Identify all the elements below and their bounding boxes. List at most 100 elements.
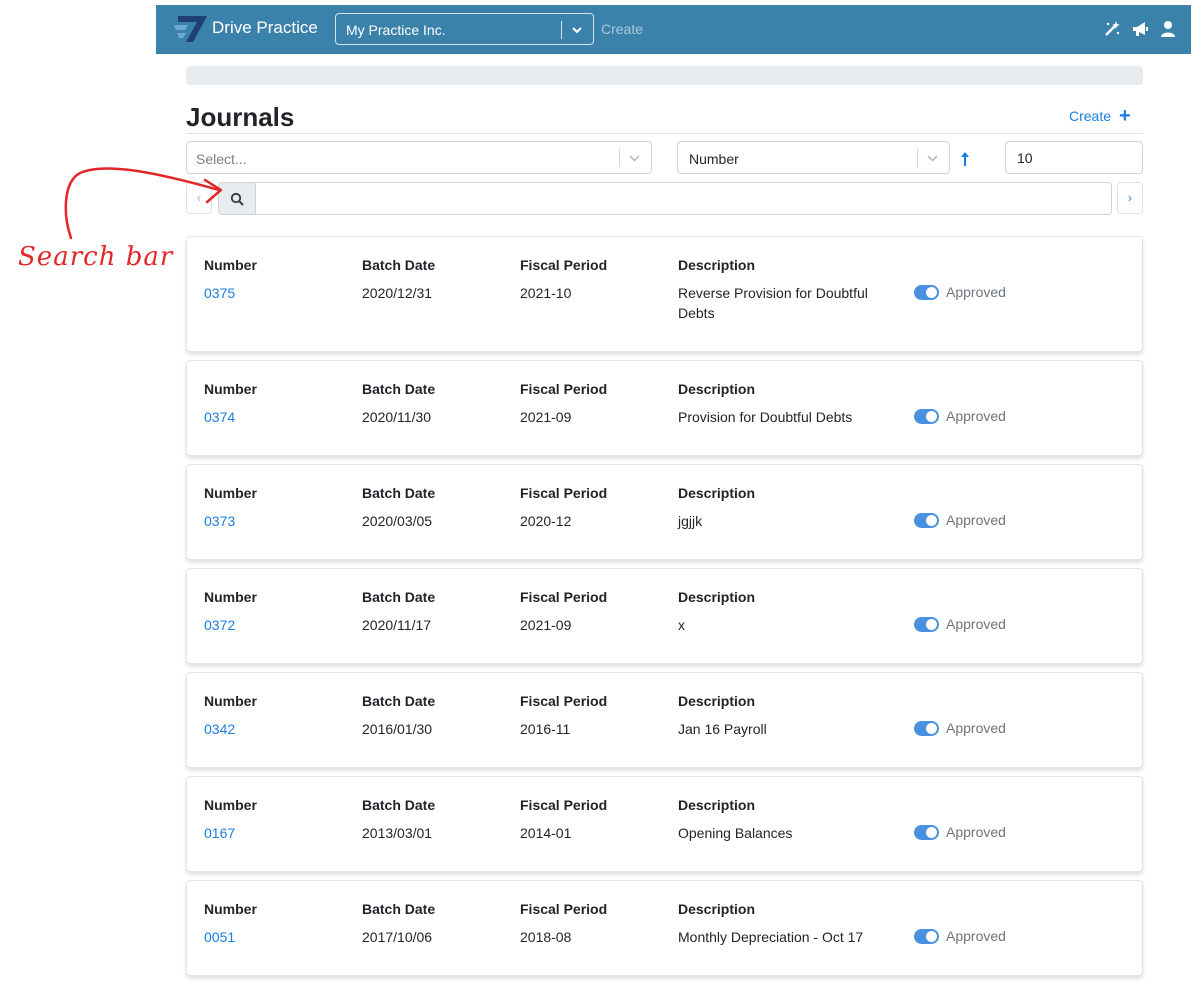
approved-toggle[interactable] — [914, 513, 939, 528]
number-header: Number — [204, 589, 257, 605]
status-label: Approved — [946, 720, 1006, 736]
journal-card: Number Batch Date Fiscal Period Descript… — [186, 360, 1143, 456]
journal-number-link[interactable]: 0167 — [204, 825, 235, 841]
annotation-label: Search bar — [18, 242, 174, 272]
chevron-down-icon[interactable] — [628, 152, 641, 165]
brand[interactable]: Drive Practice — [174, 13, 318, 43]
approved-toggle[interactable] — [914, 825, 939, 840]
description: Provision for Doubtful Debts — [678, 409, 853, 425]
approved-toggle[interactable] — [914, 409, 939, 424]
journal-card: Number Batch Date Fiscal Period Descript… — [186, 236, 1143, 352]
fiscal-period-header: Fiscal Period — [520, 381, 608, 397]
approved-toggle[interactable] — [914, 721, 939, 736]
fiscal-period: 2016-11 — [520, 721, 571, 737]
title-divider — [186, 133, 1143, 134]
nav-create-link[interactable]: Create — [601, 21, 643, 37]
fiscal-period-header: Fiscal Period — [520, 485, 608, 501]
fiscal-period-header: Fiscal Period — [520, 901, 608, 917]
sort-select-separator — [917, 149, 918, 167]
filter-select[interactable]: Select... — [186, 141, 652, 174]
chevron-down-icon[interactable] — [570, 23, 584, 37]
fiscal-period: 2020-12 — [520, 513, 572, 529]
journal-card: Number Batch Date Fiscal Period Descript… — [186, 568, 1143, 664]
description: x — [678, 617, 685, 633]
approved-toggle[interactable] — [914, 285, 939, 300]
user-icon[interactable] — [1159, 20, 1177, 38]
description: Monthly Depreciation - Oct 17 — [678, 929, 864, 945]
batch-date: 2020/11/17 — [362, 617, 432, 633]
number-header: Number — [204, 693, 257, 709]
journal-card: Number Batch Date Fiscal Period Descript… — [186, 880, 1143, 976]
description-header: Description — [678, 589, 756, 605]
page-title: Journals — [186, 102, 295, 132]
sort-ascending-arrow-icon[interactable] — [958, 150, 972, 168]
number-header: Number — [204, 381, 257, 397]
fiscal-period: 2021-10 — [520, 285, 572, 301]
practice-select[interactable]: My Practice Inc. — [335, 13, 594, 45]
create-journal-label: Create — [1069, 108, 1112, 124]
approved-toggle[interactable] — [914, 617, 939, 632]
description-header: Description — [678, 257, 756, 273]
description-header: Description — [678, 901, 756, 917]
status-label: Approved — [946, 824, 1006, 840]
journal-card: Number Batch Date Fiscal Period Descript… — [186, 672, 1143, 768]
status-label: Approved — [946, 284, 1006, 300]
next-page-button[interactable]: › — [1117, 182, 1143, 214]
batch-date: 2020/03/05 — [362, 513, 433, 529]
page-size-input[interactable] — [1005, 141, 1143, 174]
plus-icon: + — [1119, 105, 1131, 127]
filter-select-separator — [619, 149, 620, 167]
batch-date-header: Batch Date — [362, 693, 436, 709]
approved-toggle[interactable] — [914, 929, 939, 944]
fiscal-period: 2021-09 — [520, 409, 572, 425]
status-label: Approved — [946, 512, 1006, 528]
batch-date: 2016/01/30 — [362, 721, 433, 737]
fiscal-period: 2018-08 — [520, 929, 572, 945]
status-label: Approved — [946, 408, 1006, 424]
top-navbar: Drive Practice My Practice Inc. Create — [156, 5, 1191, 54]
batch-date: 2020/11/30 — [362, 409, 432, 425]
batch-date-header: Batch Date — [362, 381, 436, 397]
description: Opening Balances — [678, 825, 793, 841]
journal-number-link[interactable]: 0051 — [204, 929, 235, 945]
description-header: Description — [678, 797, 756, 813]
description-header: Description — [678, 485, 756, 501]
description-header: Description — [678, 693, 756, 709]
batch-date-header: Batch Date — [362, 901, 436, 917]
create-journal-button[interactable]: Create + — [1069, 105, 1131, 127]
journal-number-link[interactable]: 0372 — [204, 617, 235, 633]
journal-number-link[interactable]: 0373 — [204, 513, 235, 529]
journal-number-link[interactable]: 0342 — [204, 721, 235, 737]
batch-date: 2017/10/06 — [362, 929, 433, 945]
fiscal-period-header: Fiscal Period — [520, 693, 608, 709]
search-input[interactable] — [255, 182, 1112, 215]
status-label: Approved — [946, 928, 1006, 944]
practice-select-separator — [561, 21, 562, 39]
search-icon — [230, 192, 244, 206]
number-header: Number — [204, 797, 257, 813]
journal-card: Number Batch Date Fiscal Period Descript… — [186, 776, 1143, 872]
chevron-down-icon[interactable] — [926, 152, 939, 165]
drive-practice-logo-icon — [174, 16, 207, 42]
journal-card: Number Batch Date Fiscal Period Descript… — [186, 464, 1143, 560]
fiscal-period-header: Fiscal Period — [520, 797, 608, 813]
fiscal-period-header: Fiscal Period — [520, 589, 608, 605]
practice-select-value: My Practice Inc. — [346, 22, 446, 38]
journal-number-link[interactable]: 0374 — [204, 409, 235, 425]
description: Jan 16 Payroll — [678, 721, 767, 737]
brand-name: Drive Practice — [212, 18, 318, 37]
description: Reverse Provision for Doubtful Debts — [678, 285, 868, 321]
loading-progress-bar — [186, 66, 1143, 85]
megaphone-icon[interactable] — [1131, 20, 1149, 38]
annotation-arrow — [64, 167, 223, 240]
journal-number-link[interactable]: 0375 — [204, 285, 235, 301]
batch-date-header: Batch Date — [362, 797, 436, 813]
sort-field-value: Number — [689, 151, 739, 167]
sort-field-select[interactable]: Number — [677, 141, 950, 174]
magic-wand-icon[interactable] — [1103, 20, 1121, 38]
nav-icons — [1103, 20, 1177, 38]
batch-date: 2013/03/01 — [362, 825, 433, 841]
description-header: Description — [678, 381, 756, 397]
search-bar — [218, 182, 1112, 215]
fiscal-period-header: Fiscal Period — [520, 257, 608, 273]
